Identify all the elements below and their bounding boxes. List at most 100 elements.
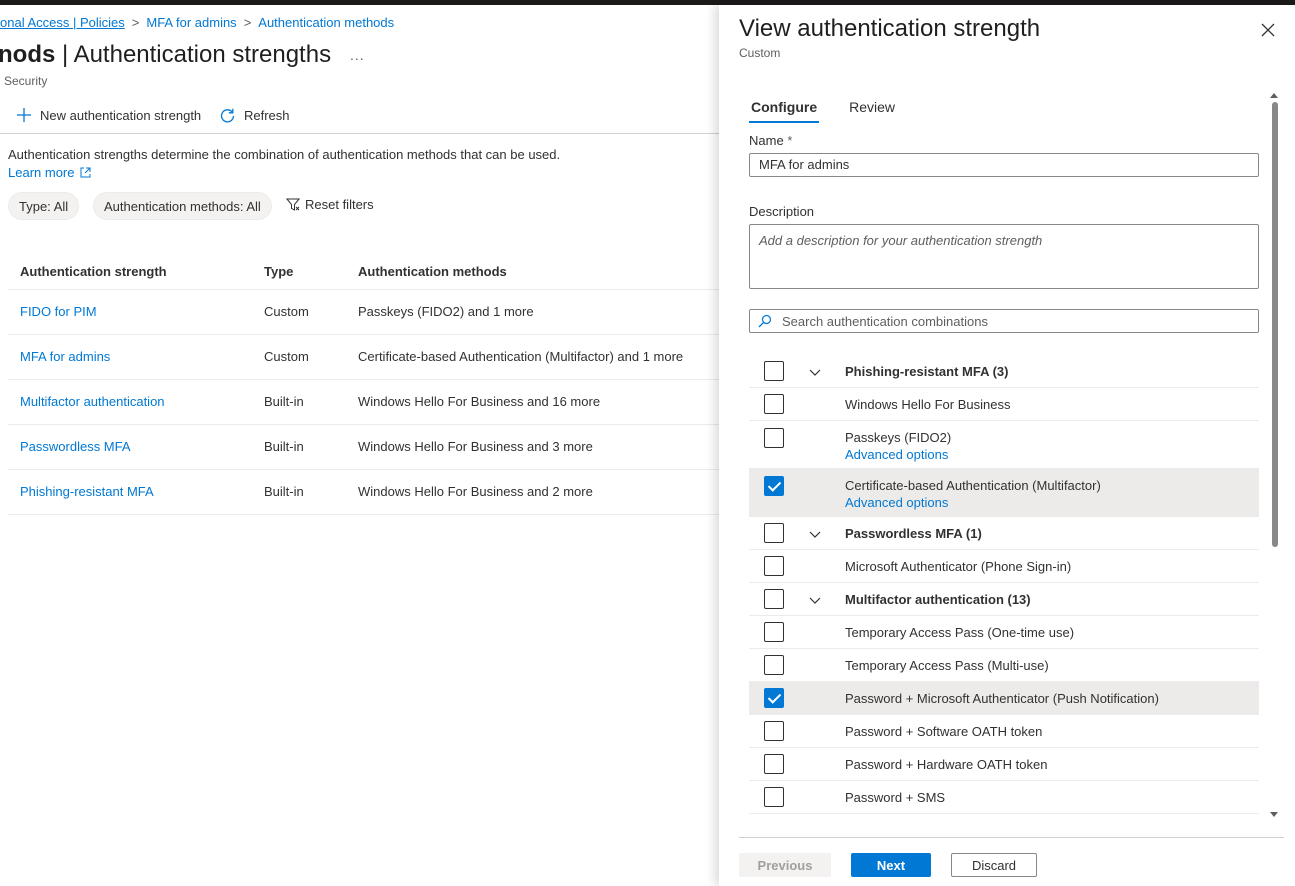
tab-configure[interactable]: Configure xyxy=(749,99,820,123)
strength-type: Custom xyxy=(264,304,309,319)
combination-row: Certificate-based Authentication (Multif… xyxy=(749,469,1259,517)
strength-type: Built-in xyxy=(264,484,304,499)
panel-subtitle: Custom xyxy=(739,46,781,60)
previous-button[interactable]: Previous xyxy=(739,853,831,877)
combination-group-row: Phishing-resistant MFA (3) xyxy=(749,355,1259,388)
strength-type: Built-in xyxy=(264,439,304,454)
strength-methods: Passkeys (FIDO2) and 1 more xyxy=(358,304,534,319)
chevron-down-icon[interactable] xyxy=(809,366,821,378)
breadcrumb-authentication-methods[interactable]: Authentication methods xyxy=(258,15,394,30)
strength-name-link[interactable]: FIDO for PIM xyxy=(20,304,97,319)
combination-row: Temporary Access Pass (Multi-use) xyxy=(749,649,1259,682)
combination-label: Temporary Access Pass (Multi-use) xyxy=(845,658,1049,673)
checkbox[interactable] xyxy=(764,556,784,576)
combination-group-row: Multifactor authentication (13) xyxy=(749,583,1259,616)
combination-label: Temporary Access Pass (One-time use) xyxy=(845,625,1075,640)
refresh-button[interactable]: Refresh xyxy=(219,107,290,124)
table-row: MFA for admins Custom Certificate-based Au… xyxy=(8,335,719,380)
table-row: Multifactor authentication Built-in Window… xyxy=(8,380,719,425)
name-label: Name * xyxy=(749,133,793,148)
checkbox[interactable] xyxy=(764,361,784,381)
breadcrumb-mfa-for-admins[interactable]: MFA for admins xyxy=(146,15,236,30)
strength-methods: Windows Hello For Business and 16 more xyxy=(358,394,601,409)
authentication-combinations-list: Phishing-resistant MFA (3) Windows Hello … xyxy=(749,355,1259,833)
table-row: FIDO for PIM Custom Passkeys (FIDO2) and 1… xyxy=(8,290,719,335)
checkbox[interactable] xyxy=(764,754,784,774)
strength-methods: Windows Hello For Business and 2 more xyxy=(358,484,593,499)
next-button[interactable]: Next xyxy=(851,853,931,877)
checkbox[interactable] xyxy=(764,589,784,609)
strength-name-link[interactable]: Passwordless MFA xyxy=(20,439,131,454)
checkbox-checked[interactable] xyxy=(764,688,784,708)
combination-label: Password + Microsoft Authenticator (Push… xyxy=(845,691,1159,706)
scroll-up-icon[interactable] xyxy=(1269,91,1279,99)
combination-row: Password + Hardware OATH token xyxy=(749,748,1259,781)
column-header-strength[interactable]: Authentication strength xyxy=(20,264,167,279)
combination-label: Password + SMS xyxy=(845,790,946,805)
view-authentication-strength-panel: View authentication strength Custom Conf… xyxy=(719,5,1295,886)
chevron-down-icon[interactable] xyxy=(809,594,821,606)
checkbox-checked[interactable] xyxy=(764,476,784,496)
strength-name-link[interactable]: Multifactor authentication xyxy=(20,394,165,409)
table-header: Authentication strength Type Authenticat… xyxy=(8,250,719,290)
advanced-options-link[interactable]: Advanced options xyxy=(845,447,948,462)
combination-label: Microsoft Authenticator (Phone Sign-in) xyxy=(845,559,1072,574)
type-filter[interactable]: Type: All xyxy=(8,192,80,220)
checkbox[interactable] xyxy=(764,721,784,741)
new-authentication-strength-button[interactable]: New authentication strength xyxy=(16,107,201,123)
description-textarea[interactable]: Add a description for your authenticatio… xyxy=(749,224,1259,289)
combination-label: Phishing-resistant MFA (3) xyxy=(845,364,1009,379)
strength-methods: Windows Hello For Business and 3 more xyxy=(358,439,593,454)
combination-label: Passkeys (FIDO2) xyxy=(845,430,952,445)
combination-row: Passkeys (FIDO2) Advanced options xyxy=(749,421,1259,469)
chevron-right-icon: > xyxy=(243,15,252,30)
search-input[interactable]: Search authentication combinations xyxy=(749,309,1259,333)
combination-label: Passwordless MFA (1) xyxy=(845,526,982,541)
breadcrumb: onal Access | Policies > MFA for admins > Au… xyxy=(0,15,394,30)
more-icon[interactable]: ... xyxy=(350,47,365,63)
page-subtitle: Security xyxy=(4,74,48,88)
checkbox[interactable] xyxy=(764,523,784,543)
strength-name-link[interactable]: Phishing-resistant MFA xyxy=(20,484,154,499)
column-header-methods[interactable]: Authentication methods xyxy=(358,264,507,279)
combination-label: Certificate-based Authentication (Multif… xyxy=(845,478,1101,493)
plus-icon xyxy=(17,108,31,122)
advanced-options-link[interactable]: Advanced options xyxy=(845,495,948,510)
combination-label: Windows Hello For Business xyxy=(845,397,1011,412)
combination-label: Multifactor authentication (13) xyxy=(845,592,1031,607)
filter-clear-icon xyxy=(286,198,300,211)
authentication-methods-filter[interactable]: Authentication methods: All xyxy=(93,192,272,220)
tab-review[interactable]: Review xyxy=(847,99,897,123)
refresh-icon xyxy=(220,108,235,123)
discard-button[interactable]: Discard xyxy=(951,853,1037,877)
combination-label: Password + Software OATH token xyxy=(845,724,1043,739)
checkbox[interactable] xyxy=(764,394,784,414)
main-blade: onal Access | Policies > MFA for admins > Au… xyxy=(0,5,719,886)
checkbox[interactable] xyxy=(764,787,784,807)
external-link-icon xyxy=(80,167,91,178)
page-description: Authentication strengths determine the c… xyxy=(8,147,561,162)
learn-more-link[interactable]: Learn more xyxy=(8,165,91,180)
table-body: FIDO for PIM Custom Passkeys (FIDO2) and 1… xyxy=(8,290,719,515)
combination-row: Windows Hello For Business xyxy=(749,388,1259,421)
scroll-down-icon[interactable] xyxy=(1269,811,1279,819)
combination-label: Password + Hardware OATH token xyxy=(845,757,1048,772)
scrollbar-thumb[interactable] xyxy=(1272,102,1278,547)
name-field[interactable]: MFA for admins xyxy=(749,153,1259,177)
column-header-type[interactable]: Type xyxy=(264,264,293,279)
table-row: Phishing-resistant MFA Built-in Windows He… xyxy=(8,470,719,515)
close-icon[interactable] xyxy=(1259,21,1277,39)
strength-name-link[interactable]: MFA for admins xyxy=(20,349,110,364)
checkbox[interactable] xyxy=(764,655,784,675)
authentication-strengths-table: Authentication strength Type Authenticat… xyxy=(8,250,719,515)
page-title: nods | Authentication strengths xyxy=(0,41,332,68)
description-label: Description xyxy=(749,204,815,219)
breadcrumb-conditional-access[interactable]: onal Access | Policies xyxy=(0,15,125,30)
checkbox[interactable] xyxy=(764,428,784,448)
search-icon xyxy=(758,314,772,328)
reset-filters-button[interactable]: Reset filters xyxy=(286,197,374,212)
combination-row: Password + Software OATH token xyxy=(749,715,1259,748)
chevron-down-icon[interactable] xyxy=(809,528,821,540)
panel-title: View authentication strength xyxy=(739,15,1041,42)
checkbox[interactable] xyxy=(764,622,784,642)
